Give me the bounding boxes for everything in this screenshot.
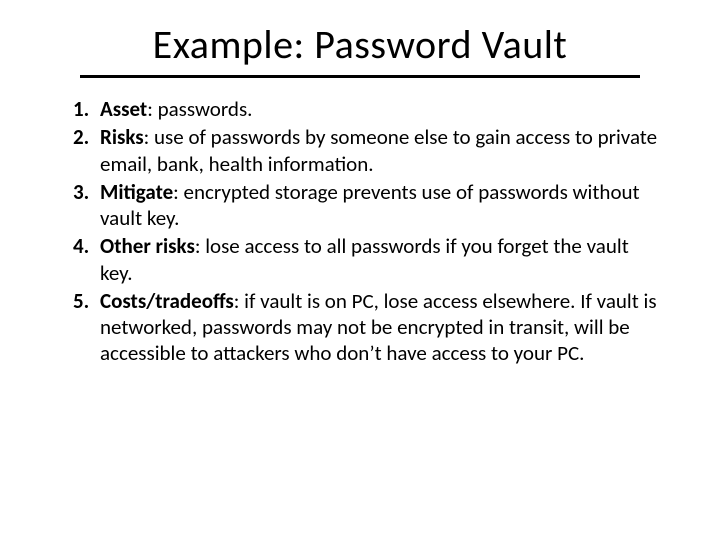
item-text: : encrypted storage prevents use of pass… [100, 179, 640, 231]
list-item: Mitigate: encrypted storage prevents use… [94, 179, 660, 232]
item-label: Other risks [100, 233, 195, 259]
title-underline [80, 75, 640, 78]
item-text: : passwords. [147, 96, 252, 122]
item-text: : use of passwords by someone else to ga… [100, 124, 657, 176]
item-label: Asset [100, 96, 147, 122]
item-label: Risks [100, 124, 144, 150]
slide-title: Example: Password Vault [50, 20, 670, 69]
list-item: Risks: use of passwords by someone else … [94, 124, 660, 177]
list-item: Costs/tradeoffs: if vault is on PC, lose… [94, 288, 660, 367]
list-item: Other risks: lose access to all password… [94, 233, 660, 286]
numbered-list: Asset: passwords. Risks: use of password… [50, 96, 670, 367]
item-label: Mitigate [100, 179, 173, 205]
slide: Example: Password Vault Asset: passwords… [0, 0, 720, 540]
list-item: Asset: passwords. [94, 96, 660, 122]
item-label: Costs/tradeoffs [100, 288, 234, 314]
